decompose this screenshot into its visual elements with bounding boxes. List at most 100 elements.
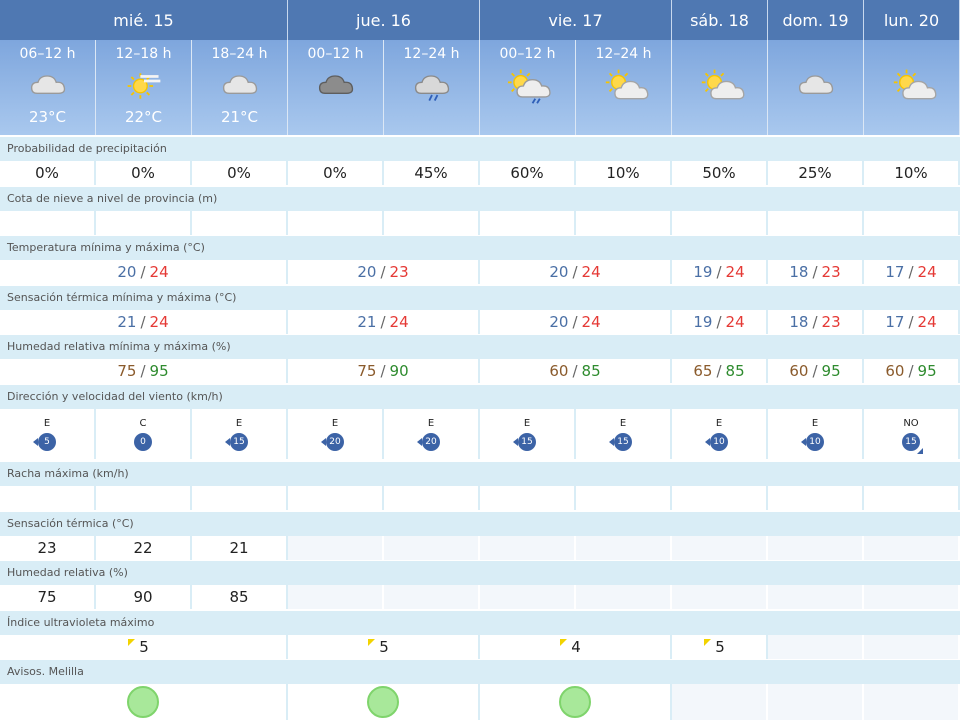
wind-direction: E xyxy=(715,418,723,429)
aviso-green-icon[interactable] xyxy=(559,686,591,718)
wind-cell: E 10 xyxy=(768,409,864,459)
wind-direction: C xyxy=(139,418,147,429)
section-label-avisos: Avisos. Melilla xyxy=(0,660,960,684)
uv-wrap: 5 xyxy=(128,638,149,656)
period-label: 18–24 h xyxy=(211,46,268,62)
min-value: 18 xyxy=(789,313,809,331)
empty-cell xyxy=(864,585,960,609)
uv-wrap: 5 xyxy=(704,638,725,656)
period-temperature: 23°C xyxy=(28,108,67,126)
wind-arrow-icon xyxy=(321,438,326,446)
wind-arrow-icon xyxy=(417,438,422,446)
uv-flag-icon xyxy=(128,639,136,646)
snow-value xyxy=(384,211,480,235)
section-label-humidity: Humedad relativa mínima y máxima (%) xyxy=(0,335,960,359)
snow-value xyxy=(96,211,192,235)
separator: / xyxy=(572,263,578,281)
uv-flag-icon xyxy=(560,639,568,646)
empty-cell xyxy=(768,635,864,659)
separator: / xyxy=(908,313,914,331)
precip-value: 10% xyxy=(864,161,960,185)
temp_minmax-value: 20/24 xyxy=(0,260,288,284)
wind-arrow-icon xyxy=(801,438,806,446)
aviso-cell[interactable] xyxy=(480,684,672,720)
wind-cell: E 15 xyxy=(480,409,576,459)
period-cell xyxy=(672,40,768,135)
separator: / xyxy=(140,263,146,281)
overcast-icon xyxy=(308,66,364,106)
aviso-green-icon[interactable] xyxy=(127,686,159,718)
aviso-green-icon[interactable] xyxy=(367,686,399,718)
wind-speed: 5 xyxy=(44,437,50,447)
wind-speed-badge: 15 xyxy=(609,433,632,451)
sun-cloud-rain-icon xyxy=(500,66,556,106)
wind-direction: E xyxy=(235,418,243,429)
max-value: 85 xyxy=(725,362,745,380)
gust-value xyxy=(864,486,960,510)
humidity_single-value: 90 xyxy=(96,585,192,609)
wind-cell: E 20 xyxy=(384,409,480,459)
feels_minmax-value: 18/23 xyxy=(768,310,864,334)
min-value: 19 xyxy=(693,313,713,331)
period-temperature: 21°C xyxy=(220,108,259,126)
wind-cell: E 20 xyxy=(288,409,384,459)
sun-cloud-icon xyxy=(692,66,748,106)
uv-wrap: 5 xyxy=(368,638,389,656)
wind-speed-badge: 15 xyxy=(225,433,248,451)
day-header-0: mié. 15 xyxy=(0,0,288,40)
period-temperature: 22°C xyxy=(124,108,163,126)
min-value: 20 xyxy=(357,263,377,281)
uv-number: 5 xyxy=(379,638,389,656)
sun-haze-icon xyxy=(116,66,172,106)
max-value: 24 xyxy=(581,313,601,331)
gust-value xyxy=(384,486,480,510)
empty-cell xyxy=(864,635,960,659)
separator: / xyxy=(140,313,146,331)
wind-cell: E5 xyxy=(0,409,96,459)
max-value: 24 xyxy=(917,313,937,331)
gust-value xyxy=(768,486,864,510)
separator: / xyxy=(716,313,722,331)
cloud-rain-icon xyxy=(404,66,460,106)
empty-cell xyxy=(384,536,480,560)
min-value: 17 xyxy=(885,263,905,281)
empty-cell xyxy=(480,536,576,560)
humidity_minmax-value: 65/85 xyxy=(672,359,768,383)
humidity_single-value: 75 xyxy=(0,585,96,609)
empty-cell xyxy=(768,585,864,609)
separator: / xyxy=(908,362,914,380)
feels_single-value: 22 xyxy=(96,536,192,560)
gust-value xyxy=(480,486,576,510)
min-value: 21 xyxy=(357,313,377,331)
snow-value xyxy=(288,211,384,235)
wind-direction: E xyxy=(427,418,435,429)
empty-cell xyxy=(480,585,576,609)
humidity_minmax-value: 60/95 xyxy=(864,359,960,383)
period-label: 00–12 h xyxy=(499,46,556,62)
feels_minmax-value: 17/24 xyxy=(864,310,960,334)
wind-cell: C0 xyxy=(96,409,192,459)
section-label-uv: Índice ultravioleta máximo xyxy=(0,611,960,635)
sun-cloud-icon xyxy=(884,66,940,106)
uv-number: 5 xyxy=(139,638,149,656)
min-value: 20 xyxy=(117,263,137,281)
period-cell: 00–12 h xyxy=(480,40,576,135)
aviso-cell[interactable] xyxy=(288,684,480,720)
separator: / xyxy=(908,263,914,281)
empty-cell xyxy=(384,585,480,609)
separator: / xyxy=(716,362,722,380)
section-label-wind: Dirección y velocidad del viento (km/h) xyxy=(0,385,960,409)
wind-speed: 20 xyxy=(329,437,341,447)
section-label-humidity_single: Humedad relativa (%) xyxy=(0,561,960,585)
aviso-cell[interactable] xyxy=(0,684,288,720)
wind-speed-badge: 15 xyxy=(513,433,536,451)
humidity_minmax-value: 75/95 xyxy=(0,359,288,383)
precip-value: 10% xyxy=(576,161,672,185)
uv-number: 4 xyxy=(571,638,581,656)
max-value: 23 xyxy=(821,313,841,331)
empty-cell xyxy=(864,536,960,560)
section-label-feels: Sensación térmica mínima y máxima (°C) xyxy=(0,286,960,310)
wind-speed: 15 xyxy=(905,437,917,447)
max-value: 24 xyxy=(581,263,601,281)
period-cell: 12–18 h 22°C xyxy=(96,40,192,135)
